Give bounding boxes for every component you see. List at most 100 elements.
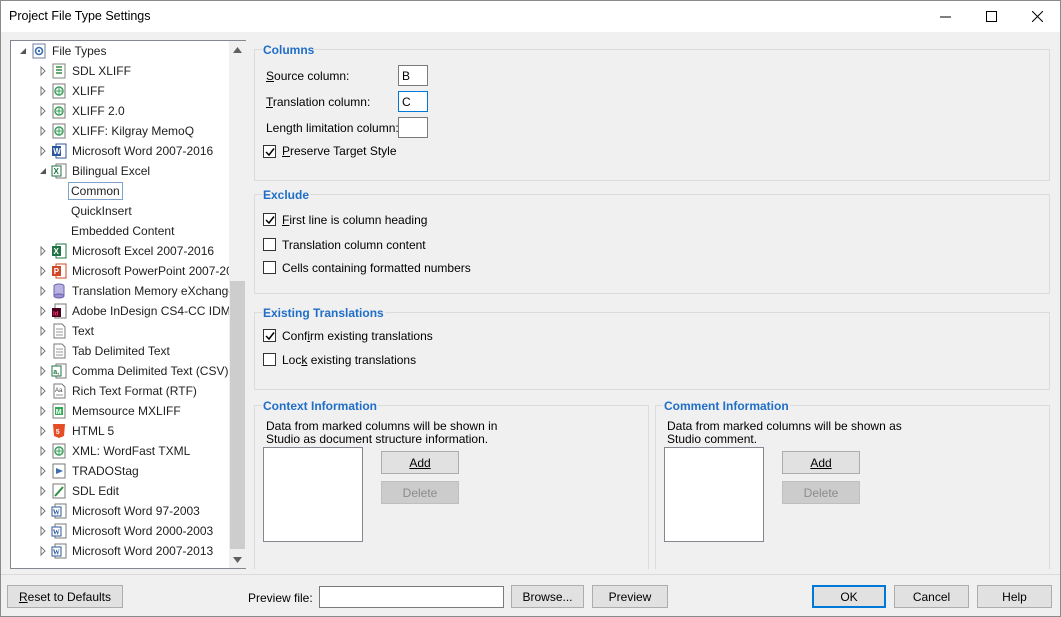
context-add-button[interactable]: Add [381,451,459,474]
tree-item[interactable]: XLIFF [11,81,231,101]
tree-item[interactable]: Common [11,181,231,201]
collapsed-arrow-icon[interactable] [39,306,47,316]
preview-label: Preview [608,589,652,604]
existing-translations-title: Existing Translations [262,306,385,320]
length-limitation-label: Length limitation column: [266,121,399,135]
close-button[interactable] [1014,1,1060,32]
translation-column-input[interactable] [398,91,428,112]
collapsed-arrow-icon[interactable] [39,66,47,76]
tree-item[interactable]: TRADOStag [11,461,231,481]
context-columns-list[interactable] [263,447,363,542]
comment-desc-line1: Data from marked columns will be shown a… [667,419,902,433]
lock-existing-checkbox[interactable] [263,353,276,366]
tree-item-label: Translation Memory eXchange [72,284,235,298]
source-column-input[interactable] [398,65,428,86]
powerpoint-icon: P [52,263,67,279]
collapsed-arrow-icon[interactable] [39,506,47,516]
expanded-arrow-icon[interactable] [39,166,47,176]
context-add-label: Add [409,455,431,470]
tree-item[interactable]: 5 HTML 5 [11,421,231,441]
collapsed-arrow-icon[interactable] [39,246,47,256]
tree-item[interactable]: a, Comma Delimited Text (CSV) [11,361,231,381]
collapsed-arrow-icon[interactable] [39,546,47,556]
tree-item-label: SDL Edit [72,484,119,498]
tree-item-label: Rich Text Format (RTF) [72,384,197,398]
context-delete-button[interactable]: Delete [381,481,459,504]
cancel-button[interactable]: Cancel [894,585,969,608]
tree-item[interactable]: SDL Edit [11,481,231,501]
lock-existing-label: Lock existing translations [282,353,417,367]
tree-item[interactable]: W Microsoft Word 2000-2003 [11,521,231,541]
tree-item-label: QuickInsert [71,204,132,218]
tree-item[interactable]: Id Adobe InDesign CS4-CC IDML [11,301,237,321]
tree-item[interactable]: QuickInsert [11,201,231,221]
collapsed-arrow-icon[interactable] [39,286,47,296]
scroll-up-button[interactable] [229,41,246,58]
ok-button[interactable]: OK [812,585,886,608]
translation-column-content-checkbox[interactable] [263,238,276,251]
tree-item[interactable]: M Memsource MXLIFF [11,401,231,421]
tree-item[interactable]: W Microsoft Word 2007-2013 [11,541,231,561]
formatted-numbers-checkbox[interactable] [263,261,276,274]
confirm-existing-checkbox[interactable] [263,329,276,342]
scroll-down-button[interactable] [229,551,246,568]
tree-item-label: Microsoft Word 2007-2013 [72,544,214,558]
collapsed-arrow-icon[interactable] [39,446,47,456]
browse-button[interactable]: Browse... [511,585,584,608]
collapsed-arrow-icon[interactable] [39,326,47,336]
collapsed-arrow-icon[interactable] [39,126,47,136]
collapsed-arrow-icon[interactable] [39,346,47,356]
tree-item-label: Embedded Content [71,224,175,238]
preview-button[interactable]: Preview [592,585,668,608]
collapsed-arrow-icon[interactable] [39,486,47,496]
collapsed-arrow-icon[interactable] [39,526,47,536]
tree-item[interactable]: W Microsoft Word 2007-2016 [11,141,231,161]
length-limitation-input[interactable] [398,117,428,138]
file-type-tree[interactable]: File Types SDL XLIFF XLIFF XLIFF 2.0 XLIFF: … [10,40,246,569]
collapsed-arrow-icon[interactable] [39,406,47,416]
preview-file-input[interactable] [319,586,504,608]
tree-item[interactable]: SDL XLIFF [11,61,231,81]
tree-item[interactable]: Aa Rich Text Format (RTF) [11,381,231,401]
tree-item[interactable]: P Microsoft PowerPoint 2007-20 [11,261,233,281]
comment-columns-list[interactable] [664,447,764,542]
collapsed-arrow-icon[interactable] [39,106,47,116]
tree-item-label: Tab Delimited Text [72,344,170,358]
collapsed-arrow-icon[interactable] [39,266,47,276]
tree-item[interactable]: Translation Memory eXchange [11,281,235,301]
tree-scrollbar[interactable] [229,41,246,568]
svg-text:W: W [53,549,60,557]
collapsed-arrow-icon[interactable] [39,86,47,96]
svg-text:M: M [56,409,62,416]
collapsed-arrow-icon[interactable] [39,466,47,476]
tree-item[interactable]: W Microsoft Word 97-2003 [11,501,231,521]
tree-item[interactable]: XLIFF 2.0 [11,101,231,121]
comment-add-button[interactable]: Add [782,451,860,474]
confirm-existing-label: Confirm existing translations [282,329,433,343]
tree-item[interactable]: Text [11,321,231,341]
tree-item[interactable]: File Types [11,41,231,61]
collapsed-arrow-icon[interactable] [39,386,47,396]
tree-item[interactable]: X Bilingual Excel [11,161,231,181]
first-line-heading-checkbox[interactable] [263,213,276,226]
maximize-button[interactable] [968,1,1014,32]
reset-to-defaults-button[interactable]: Reset to Defaults [7,585,123,608]
tree-item[interactable]: X Microsoft Excel 2007-2016 [11,241,231,261]
collapsed-arrow-icon[interactable] [39,366,47,376]
collapsed-arrow-icon[interactable] [39,146,47,156]
collapsed-arrow-icon[interactable] [39,426,47,436]
tree-item[interactable]: XLIFF: Kilgray MemoQ [11,121,231,141]
preserve-target-style-checkbox[interactable] [263,145,276,158]
tree-item[interactable]: Tab Delimited Text [11,341,231,361]
comment-add-label: Add [810,455,832,470]
preserve-target-style-label: Preserve Target Style [282,144,397,158]
scroll-thumb[interactable] [230,281,245,549]
minimize-button[interactable] [922,1,968,32]
tree-item-label: Comma Delimited Text (CSV) [72,364,229,378]
tree-item[interactable]: XML: WordFast TXML [11,441,231,461]
comment-delete-button[interactable]: Delete [782,481,860,504]
help-button[interactable]: Help [977,585,1052,608]
expanded-arrow-icon[interactable] [19,46,27,56]
tree-item-label: SDL XLIFF [72,64,131,78]
tree-item[interactable]: Embedded Content [11,221,231,241]
